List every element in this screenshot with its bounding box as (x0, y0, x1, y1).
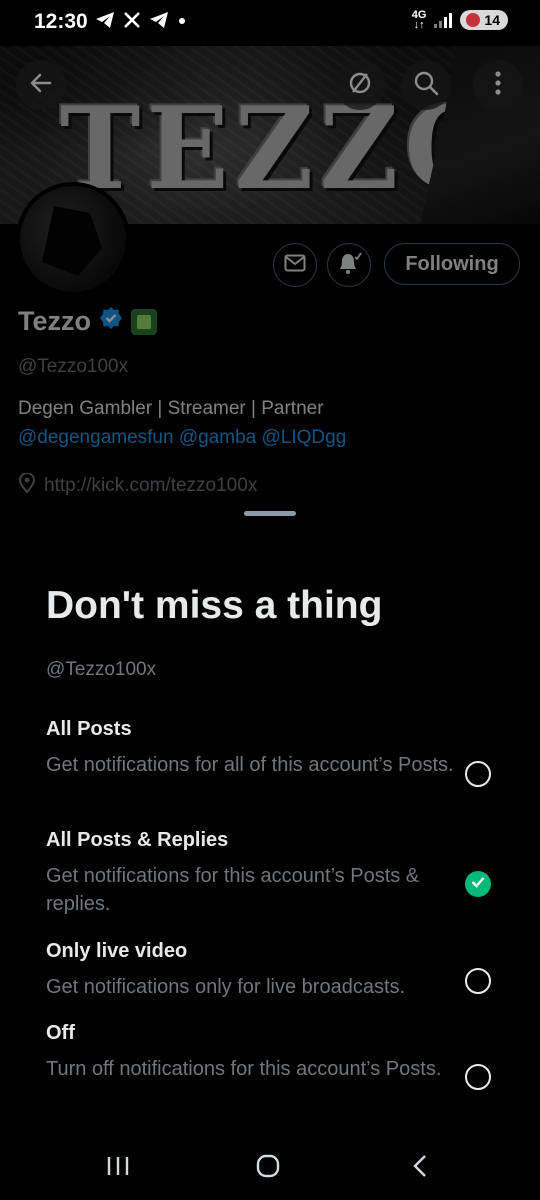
option-off-title[interactable]: Off (46, 1022, 75, 1045)
option-all-posts-replies-title[interactable]: All Posts & Replies (46, 829, 228, 852)
profile-link[interactable]: http://kick.com/tezzo100x (44, 475, 257, 497)
telegram-icon (149, 11, 169, 34)
option-off-radio[interactable] (465, 1064, 491, 1090)
status-bar: 12:30 4G ↓↑ 14 (0, 0, 540, 46)
x-icon (123, 11, 141, 34)
option-all-posts-replies-radio[interactable] (465, 871, 491, 897)
option-all-posts-radio[interactable] (465, 761, 491, 787)
back-icon (410, 1154, 430, 1183)
status-right: 4G ↓↑ 14 (411, 9, 508, 31)
back-button[interactable] (16, 60, 66, 110)
profile-handle: @Tezzo100x (18, 356, 129, 377)
battery-saver-icon (466, 13, 481, 27)
notification-icons (95, 11, 187, 34)
recents-button[interactable] (100, 1150, 136, 1186)
signal-icon (434, 12, 453, 28)
sheet-grab-handle[interactable] (244, 511, 296, 516)
search-button[interactable] (401, 60, 451, 110)
profile-bio: Degen Gambler | Streamer | Partner (18, 398, 324, 419)
notifications-button[interactable] (327, 243, 371, 287)
option-all-posts-replies-desc[interactable]: Get notifications for this account’s Pos… (46, 862, 456, 918)
status-time: 12:30 (34, 10, 88, 33)
network-type: 4G ↓↑ (411, 9, 427, 31)
cancel-icon (346, 69, 374, 102)
more-icon (494, 70, 502, 101)
location-pin-icon (18, 472, 36, 499)
affiliate-badge-icon[interactable] (131, 308, 157, 335)
envelope-icon (284, 254, 306, 277)
telegram-icon (95, 11, 115, 34)
profile-link-row[interactable]: http://kick.com/tezzo100x (18, 472, 257, 499)
avatar[interactable] (16, 182, 130, 296)
battery-indicator: 14 (460, 10, 508, 30)
home-icon (256, 1154, 280, 1183)
back-icon (28, 70, 54, 101)
sheet-title: Don't miss a thing (46, 584, 383, 627)
battery-level: 14 (484, 12, 500, 28)
recents-icon (106, 1155, 130, 1182)
cancel-notifications-button[interactable] (335, 60, 385, 110)
bell-check-icon (336, 251, 362, 280)
profile-name-row: Tezzo (18, 306, 157, 337)
following-button[interactable]: Following (384, 243, 520, 285)
verified-icon (99, 306, 123, 337)
sheet-handle: @Tezzo100x (46, 659, 157, 680)
nav-back-button[interactable] (402, 1150, 438, 1186)
option-off-desc[interactable]: Turn off notifications for this account’… (46, 1055, 456, 1083)
message-button[interactable] (273, 243, 317, 287)
dot-icon (177, 11, 187, 34)
system-nav-bar (0, 1136, 540, 1200)
checkmark-icon (471, 875, 485, 893)
option-live-video-radio[interactable] (465, 968, 491, 994)
profile-name: Tezzo (18, 306, 91, 336)
option-live-video-title[interactable]: Only live video (46, 940, 187, 963)
search-icon (413, 70, 439, 101)
option-all-posts-desc[interactable]: Get notifications for all of this accoun… (46, 751, 456, 779)
home-button[interactable] (248, 1150, 288, 1186)
option-live-video-desc[interactable]: Get notifications only for live broadcas… (46, 973, 466, 1001)
profile-bio-mentions[interactable]: @degengamesfun @gamba @LIQDgg (18, 427, 346, 449)
more-options-button[interactable] (473, 60, 523, 110)
option-all-posts-title[interactable]: All Posts (46, 718, 132, 741)
